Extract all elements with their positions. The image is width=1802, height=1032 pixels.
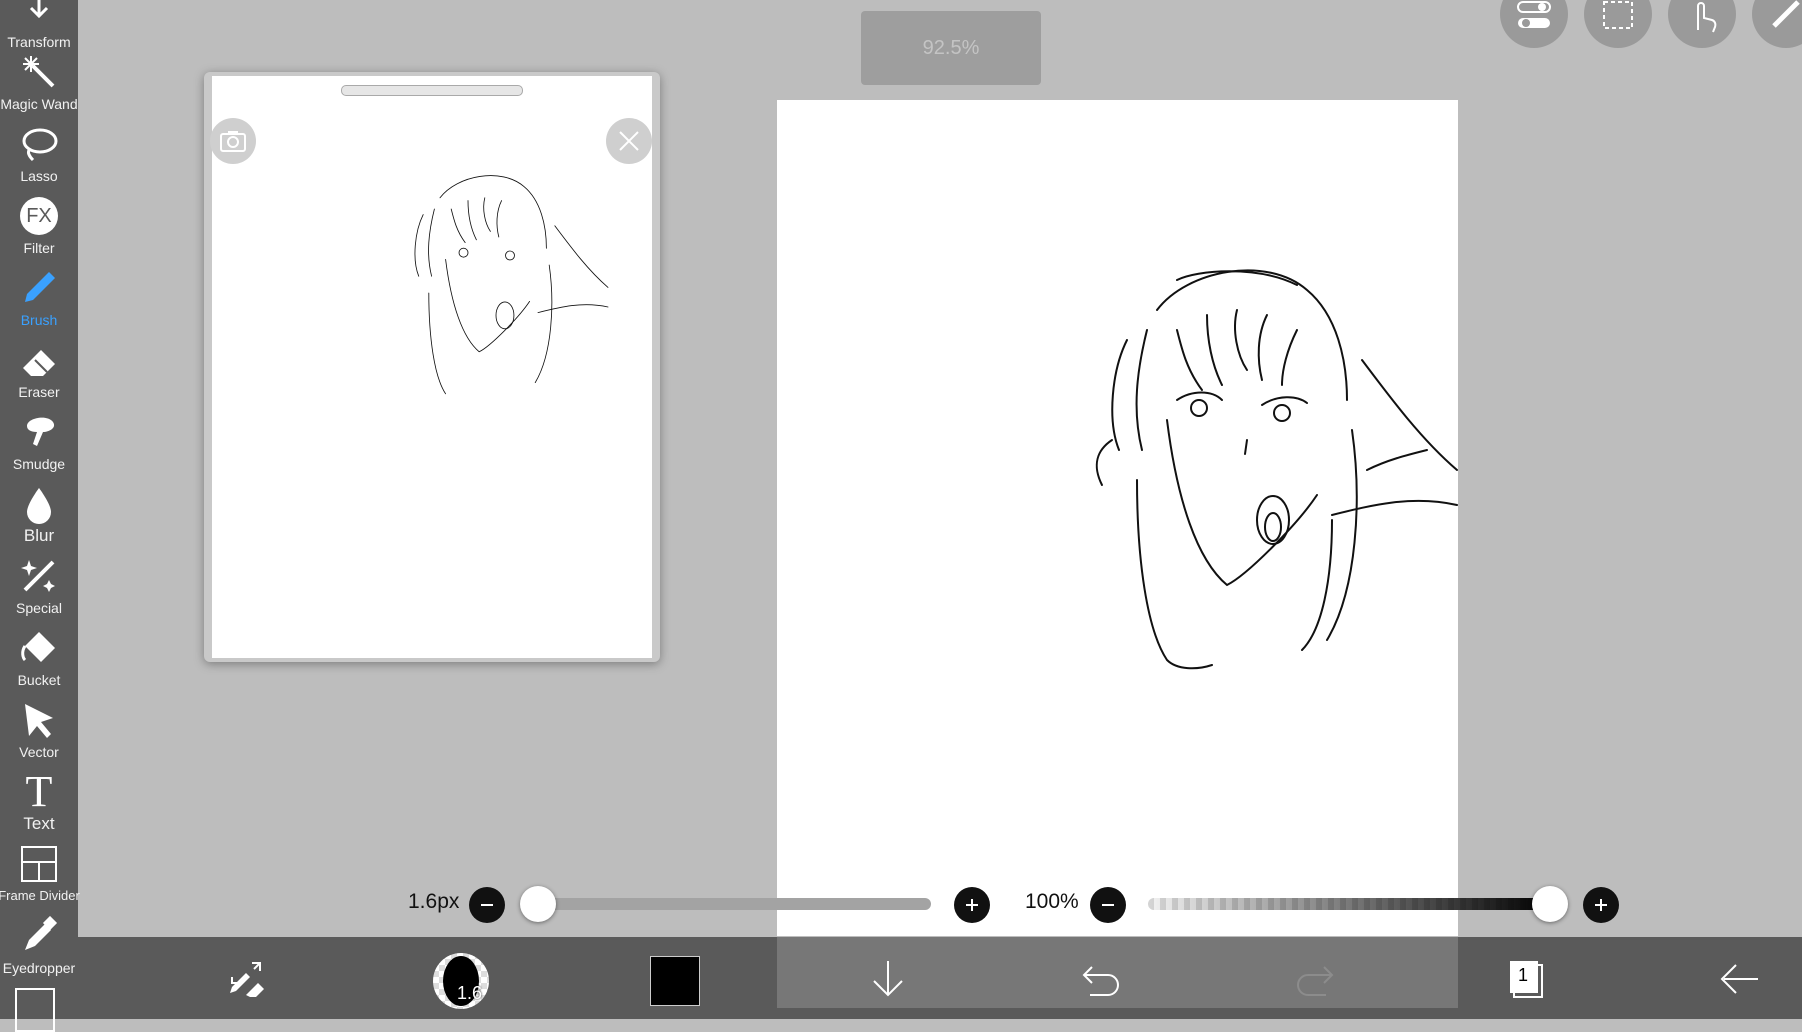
close-reference-button[interactable] <box>606 118 652 164</box>
tool-frame-divider[interactable]: Frame Divider <box>0 842 80 914</box>
plus-icon <box>1595 899 1607 911</box>
tool-label: Text <box>23 814 55 833</box>
drawing-canvas[interactable] <box>777 100 1458 936</box>
tool-special[interactable]: Special <box>0 554 78 626</box>
layer-count: 1 <box>1518 965 1529 985</box>
selection-icon <box>1603 1 1633 29</box>
frame-divider-icon <box>17 842 61 886</box>
tool-vector[interactable]: Vector <box>0 698 78 770</box>
tool-sidebar: Transform Magic Wand Lasso FX Filter Bru… <box>0 0 80 1032</box>
tool-label: Frame Divider <box>0 888 80 903</box>
lasso-icon <box>17 122 61 166</box>
touch-button[interactable] <box>1668 0 1736 48</box>
tool-label: Vector <box>19 744 59 760</box>
canvas-sketch <box>1095 269 1458 670</box>
tool-label: Eyedropper <box>2 960 76 976</box>
more-tools-icon[interactable] <box>15 988 55 1032</box>
opacity-decrease-button[interactable] <box>1090 887 1126 923</box>
tool-label: Magic Wand <box>0 96 78 112</box>
tool-label: Lasso <box>20 168 58 184</box>
close-icon <box>619 131 639 151</box>
brush-size-increase-button[interactable] <box>954 887 990 923</box>
tool-eraser[interactable]: Eraser <box>0 338 78 410</box>
reference-drag-handle[interactable] <box>341 85 523 96</box>
opacity-increase-button[interactable] <box>1583 887 1619 923</box>
tool-blur[interactable]: Blur <box>0 482 78 554</box>
tool-label: Special <box>16 600 62 616</box>
magic-wand-icon <box>17 50 61 94</box>
reference-sketch <box>414 175 609 395</box>
plus-icon <box>966 899 978 911</box>
toggle-settings-icon <box>1517 1 1551 28</box>
brush-size-slider-track[interactable] <box>530 898 931 910</box>
smudge-icon <box>17 410 61 454</box>
brush-icon <box>17 266 61 310</box>
arrow-down-icon <box>873 961 903 997</box>
current-color-swatch[interactable] <box>650 956 700 1006</box>
eraser-icon <box>17 338 61 382</box>
transform-icon <box>17 0 61 32</box>
minus-icon <box>1102 904 1114 906</box>
vector-arrow-icon <box>17 698 61 742</box>
tool-lasso[interactable]: Lasso <box>0 122 78 194</box>
camera-button[interactable] <box>210 118 256 164</box>
eyedropper-icon <box>17 914 61 958</box>
brush-size-value: 1.6px <box>408 890 460 913</box>
touch-icon <box>1697 2 1717 33</box>
swap-brush-eraser-button[interactable] <box>222 955 270 1003</box>
camera-icon <box>220 131 246 152</box>
special-sparkle-icon <box>17 554 61 598</box>
tool-label: Blur <box>23 526 55 545</box>
toggle-settings-button[interactable] <box>1500 0 1568 48</box>
opacity-slider-track[interactable] <box>1148 898 1550 910</box>
tool-smudge[interactable]: Smudge <box>0 410 78 482</box>
arrow-left-icon <box>1720 964 1758 994</box>
fx-icon: FX <box>17 194 61 238</box>
text-icon: T <box>25 767 53 816</box>
redo-button[interactable] <box>1290 955 1338 1003</box>
back-button[interactable] <box>1716 955 1764 1003</box>
tool-brush[interactable]: Brush <box>0 266 78 338</box>
download-button[interactable] <box>864 955 912 1003</box>
minus-icon <box>481 904 493 906</box>
tool-label: Bucket <box>17 672 61 688</box>
tool-eyedropper[interactable]: Eyedropper <box>0 914 78 986</box>
brush-size-decrease-button[interactable] <box>469 887 505 923</box>
bucket-icon <box>17 626 61 670</box>
tool-label: Eraser <box>18 384 60 400</box>
tool-magic-wand[interactable]: Magic Wand <box>0 50 78 122</box>
selection-button[interactable] <box>1584 0 1652 48</box>
tool-label: Smudge <box>12 456 66 472</box>
swap-tool-icon <box>230 962 264 997</box>
layers-button[interactable]: 1 <box>1502 955 1550 1003</box>
tool-label: Transform <box>7 34 71 50</box>
brush-preview-button[interactable]: 1.6 <box>433 953 489 1009</box>
reference-window[interactable] <box>204 72 660 662</box>
undo-icon <box>1082 966 1119 996</box>
ruler-pen-icon <box>1772 0 1800 28</box>
tool-label: Filter <box>23 240 55 256</box>
ruler-button[interactable] <box>1752 0 1802 48</box>
brush-size-slider-thumb[interactable] <box>520 886 557 922</box>
undo-button[interactable] <box>1078 955 1126 1003</box>
zoom-level-badge: 92.5% <box>861 11 1041 85</box>
opacity-value: 100% <box>1025 890 1079 913</box>
brush-preview-size-label: 1.6 <box>457 983 483 1003</box>
reference-image <box>212 76 652 658</box>
redo-icon <box>1297 966 1334 996</box>
opacity-slider-thumb[interactable] <box>1532 886 1568 922</box>
tool-text[interactable]: T Text <box>0 770 78 842</box>
tool-bucket[interactable]: Bucket <box>0 626 78 698</box>
blur-drop-icon <box>17 482 61 526</box>
tool-filter[interactable]: FX Filter <box>0 194 78 266</box>
tool-label: Brush <box>20 312 58 328</box>
